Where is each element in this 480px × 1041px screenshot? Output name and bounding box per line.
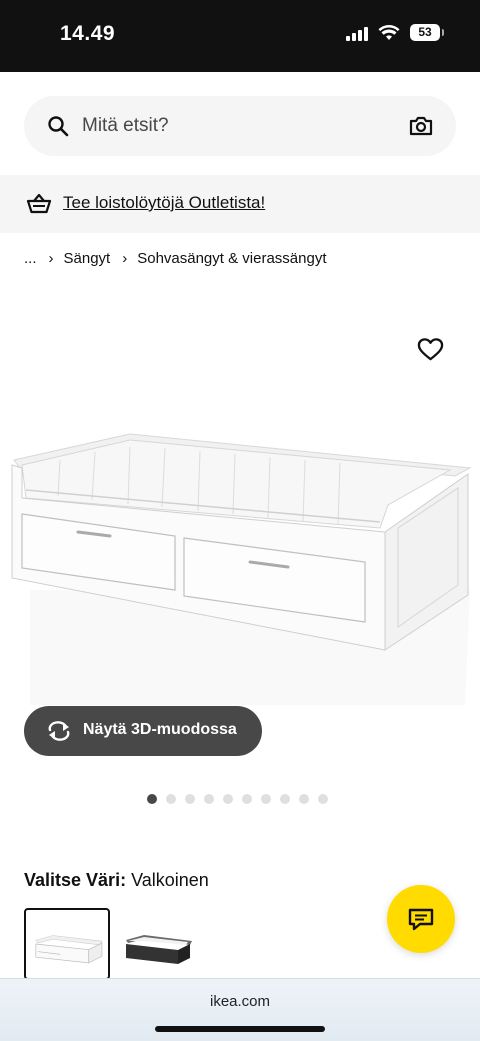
battery-icon: 53 <box>410 24 444 41</box>
outlet-promo-link[interactable]: Tee loistolöytöjä Outletista! <box>63 193 265 213</box>
rotate-3d-icon <box>48 721 70 741</box>
status-icons: 53 <box>346 24 444 41</box>
carousel-dot[interactable] <box>204 794 214 804</box>
basket-icon <box>26 193 52 214</box>
home-indicator <box>155 1026 325 1032</box>
status-time: 14.49 <box>60 22 116 45</box>
browser-address-bar[interactable]: ikea.com <box>0 978 480 1041</box>
carousel-dot[interactable] <box>318 794 328 804</box>
breadcrumb-separator: › <box>48 250 54 267</box>
breadcrumb-item-sohvasangyt[interactable]: Sohvasängyt & vierassängyt <box>137 250 326 267</box>
color-swatch-white[interactable] <box>24 908 110 980</box>
view-3d-label: Näytä 3D-muodossa <box>83 721 237 738</box>
image-carousel-indicator <box>147 794 328 804</box>
carousel-dot[interactable] <box>299 794 309 804</box>
selected-color-value: Valkoinen <box>131 870 209 890</box>
search-icon <box>48 116 69 137</box>
breadcrumb: ... › Sängyt › Sohvasängyt & vierassängy… <box>24 250 327 267</box>
search-bar[interactable] <box>24 96 456 156</box>
color-selector-label: Valitse Väri: Valkoinen <box>24 870 209 891</box>
chat-button[interactable] <box>387 885 455 953</box>
carousel-dot[interactable] <box>261 794 271 804</box>
breadcrumb-item-sangyt[interactable]: Sängyt <box>64 250 111 267</box>
view-3d-button[interactable]: Näytä 3D-muodossa <box>24 706 262 756</box>
camera-icon[interactable] <box>408 113 434 139</box>
url-text[interactable]: ikea.com <box>0 993 480 1010</box>
color-swatch-black[interactable] <box>116 908 202 980</box>
carousel-dot[interactable] <box>223 794 233 804</box>
status-bar: 14.49 53 <box>0 0 480 72</box>
breadcrumb-item-ellipsis[interactable]: ... <box>24 250 37 267</box>
outlet-promo-banner[interactable]: Tee loistolöytöjä Outletista! <box>0 175 480 233</box>
heart-icon[interactable] <box>417 336 444 363</box>
search-input[interactable] <box>82 114 382 138</box>
carousel-dot[interactable] <box>166 794 176 804</box>
breadcrumb-separator: › <box>122 250 128 267</box>
carousel-dot[interactable] <box>147 794 157 804</box>
carousel-dot[interactable] <box>185 794 195 804</box>
daybed-black-thumbnail <box>126 935 192 964</box>
cellular-signal-icon <box>346 25 368 41</box>
daybed-white-thumbnail <box>35 935 103 964</box>
carousel-dot[interactable] <box>242 794 252 804</box>
wifi-icon <box>378 24 400 40</box>
chat-bubble-icon <box>408 908 434 931</box>
product-image-daybed[interactable] <box>0 300 480 720</box>
carousel-dot[interactable] <box>280 794 290 804</box>
color-label-prefix: Valitse Väri: <box>24 870 127 890</box>
